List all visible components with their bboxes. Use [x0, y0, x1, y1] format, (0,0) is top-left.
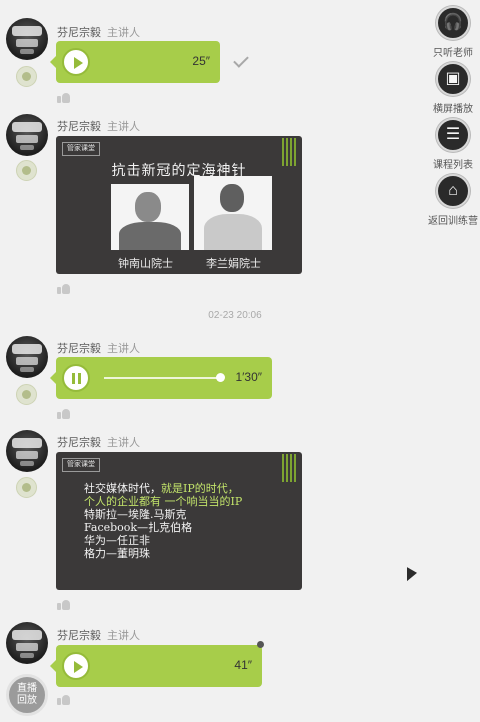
- sender-role: 主讲人: [107, 121, 140, 133]
- avatar[interactable]: [6, 114, 48, 156]
- voice-duration: 41″: [234, 658, 252, 672]
- sender-name: 芬尼宗毅 主讲人: [57, 118, 140, 134]
- list-icon: ☰: [436, 118, 470, 152]
- portrait-photo-right: [194, 176, 272, 250]
- quote-line-4: Facebook—扎克伯格: [84, 521, 193, 534]
- caption-left: 钟南山院士: [118, 257, 173, 270]
- quote-line-3: 特斯拉—埃隆.马斯克: [84, 508, 187, 521]
- quote-line-1a: 社交媒体时代，: [84, 482, 161, 495]
- like-icon[interactable]: [57, 599, 70, 610]
- side-button-label: 只听老师: [433, 48, 473, 59]
- sender-name: 芬尼宗毅 主讲人: [57, 434, 140, 450]
- like-icon[interactable]: [57, 694, 70, 705]
- quote-line-2b: 一个响当当的IP: [164, 495, 243, 508]
- landscape-icon: ▣: [436, 62, 470, 96]
- like-icon[interactable]: [57, 408, 70, 419]
- slide-image-message[interactable]: 管家课堂 社交媒体时代，就是IP的时代， 个人的企业都有 一个响当当的IP 特斯…: [56, 452, 302, 590]
- slide-stripe-decoration: [282, 454, 296, 482]
- side-button-landscape[interactable]: ▣ 横屏播放: [431, 62, 475, 115]
- play-icon[interactable]: [62, 652, 90, 680]
- unread-dot: [257, 641, 264, 648]
- side-button-label: 课程列表: [433, 160, 473, 171]
- avatar[interactable]: [6, 18, 48, 60]
- sender-role: 主讲人: [107, 27, 140, 39]
- level-badge: [16, 477, 37, 498]
- side-button-label: 横屏播放: [433, 104, 473, 115]
- caption-right: 李兰娟院士: [206, 257, 261, 270]
- voice-message-bubble[interactable]: 25″: [50, 41, 220, 83]
- sender-name-text: 芬尼宗毅: [57, 630, 101, 642]
- voice-message-playing[interactable]: 1′30″: [50, 357, 272, 399]
- side-button-label: 返回训练营: [428, 216, 478, 227]
- avatar[interactable]: [6, 336, 48, 378]
- quote-line-6: 格力—董明珠: [84, 547, 150, 560]
- play-icon[interactable]: [62, 48, 90, 76]
- like-icon[interactable]: [57, 92, 70, 103]
- mouse-cursor-icon: [407, 567, 417, 587]
- quote-line-5: 华为—任正非: [84, 534, 150, 547]
- quote-line-2: 个人的企业都有 一个响当当的IP: [84, 495, 242, 508]
- slide-logo: 管家课堂: [62, 142, 100, 156]
- live-replay-button[interactable]: 直播 回放: [6, 674, 48, 716]
- sender-role: 主讲人: [107, 437, 140, 449]
- side-button-course-list[interactable]: ☰ 课程列表: [431, 118, 475, 171]
- pause-icon[interactable]: [62, 364, 90, 392]
- quote-line-2a: 个人的企业都有: [84, 495, 161, 508]
- message-timestamp: 02-23 20:06: [208, 310, 262, 321]
- level-badge: [16, 384, 37, 405]
- quote-line-1: 社交媒体时代，就是IP的时代，: [84, 482, 242, 495]
- portrait-photo-left: [111, 184, 189, 250]
- level-badge: [16, 160, 37, 181]
- sender-name: 芬尼宗毅 主讲人: [57, 24, 140, 40]
- read-check-icon: [233, 52, 249, 68]
- sender-name-text: 芬尼宗毅: [57, 437, 101, 449]
- live-replay-line1: 直播: [17, 683, 37, 694]
- sender-name: 芬尼宗毅 主讲人: [57, 340, 140, 356]
- sender-role: 主讲人: [107, 343, 140, 355]
- like-icon[interactable]: [57, 283, 70, 294]
- level-badge: [16, 66, 37, 87]
- sender-name: 芬尼宗毅 主讲人: [57, 627, 140, 643]
- headphones-icon: 🎧: [436, 6, 470, 40]
- sender-name-text: 芬尼宗毅: [57, 343, 101, 355]
- return-icon: ⌂: [436, 174, 470, 208]
- avatar[interactable]: [6, 622, 48, 664]
- playback-progress-bar[interactable]: [104, 373, 225, 382]
- slide-image-message[interactable]: 管家课堂 抗击新冠的定海神针 钟南山院士 李兰娟院士: [56, 136, 302, 274]
- quote-line-1b: 就是IP的时代，: [161, 482, 239, 495]
- slide-quote-text: 社交媒体时代，就是IP的时代， 个人的企业都有 一个响当当的IP 特斯拉—埃隆.…: [84, 482, 242, 560]
- sender-name-text: 芬尼宗毅: [57, 27, 101, 39]
- voice-duration: 1′30″: [235, 370, 262, 384]
- progress-knob[interactable]: [215, 373, 225, 382]
- side-button-return-camp[interactable]: ⌂ 返回训练营: [428, 174, 478, 227]
- slide-logo: 管家课堂: [62, 458, 100, 472]
- voice-duration: 25″: [192, 54, 210, 68]
- sender-name-text: 芬尼宗毅: [57, 121, 101, 133]
- live-replay-line2: 回放: [17, 695, 37, 706]
- sender-role: 主讲人: [107, 630, 140, 642]
- side-button-listen-teacher[interactable]: 🎧 只听老师: [431, 6, 475, 59]
- avatar[interactable]: [6, 430, 48, 472]
- voice-message-bubble[interactable]: 41″: [50, 645, 262, 687]
